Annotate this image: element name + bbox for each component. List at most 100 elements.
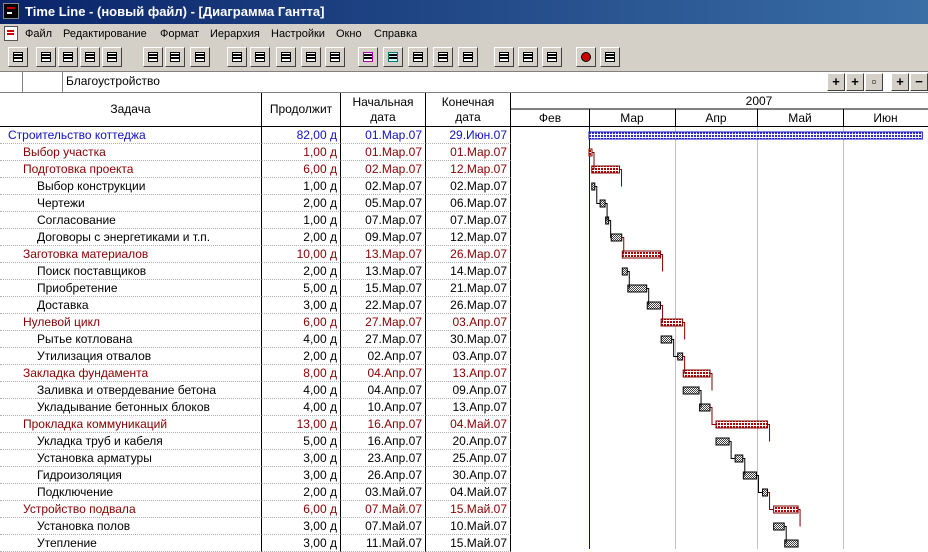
menu-hierarchy[interactable]: Иерархия	[210, 27, 260, 41]
task-end-cell[interactable]: 20.Апр.07	[426, 433, 511, 450]
task-end-cell[interactable]: 30.Мар.07	[426, 331, 511, 348]
document-icon[interactable]	[4, 26, 18, 41]
task-end-cell[interactable]: 10.Май.07	[426, 518, 511, 535]
menu-format[interactable]: Формат	[160, 27, 199, 41]
task-duration-cell[interactable]: 13,00 д	[262, 416, 341, 433]
task-name-cell[interactable]: Устройство подвала	[0, 501, 262, 518]
menu-window[interactable]: Окно	[336, 27, 362, 41]
task-name-cell[interactable]: Нулевой цикл	[0, 314, 262, 331]
task-name-cell[interactable]: Заливка и отвердевание бетона	[0, 382, 262, 399]
move-up-icon[interactable]	[325, 47, 345, 67]
table-row[interactable]: Договоры с энергетиками и т.п. 2,00 д 09.М…	[0, 229, 511, 246]
task-name-cell[interactable]: Приобретение	[0, 280, 262, 297]
project-icon[interactable]	[8, 47, 28, 67]
task-duration-cell[interactable]: 5,00 д	[262, 433, 341, 450]
chart-icon[interactable]	[494, 47, 514, 67]
table-row[interactable]: Выбор конструкции 1,00 д 02.Мар.07 02.Мар.0…	[0, 178, 511, 195]
copy-icon[interactable]	[80, 47, 100, 67]
task-name-cell[interactable]: Установка арматуры	[0, 450, 262, 467]
task-duration-cell[interactable]: 6,00 д	[262, 314, 341, 331]
task-end-cell[interactable]: 12.Мар.07	[426, 229, 511, 246]
table-row[interactable]: Гидроизоляция 3,00 д 26.Апр.07 30.Апр.07	[0, 467, 511, 484]
zoom-in-icon[interactable]: +	[891, 73, 909, 91]
expand-icon[interactable]: +	[827, 73, 845, 91]
clipboard-icon[interactable]	[190, 47, 210, 67]
table-row[interactable]: Подготовка проекта 6,00 д 02.Мар.07 12.Мар.…	[0, 161, 511, 178]
task-duration-cell[interactable]: 10,00 д	[262, 246, 341, 263]
task-end-cell[interactable]: 26.Мар.07	[426, 246, 511, 263]
task-name-cell[interactable]: Укладка труб и кабеля	[0, 433, 262, 450]
task-name-field[interactable]: Благоустройство	[66, 73, 160, 90]
task-start-cell[interactable]: 10.Апр.07	[341, 399, 426, 416]
table-row[interactable]: Доставка 3,00 д 22.Мар.07 26.Мар.07	[0, 297, 511, 314]
task-duration-cell[interactable]: 2,00 д	[262, 484, 341, 501]
task-start-cell[interactable]: 04.Апр.07	[341, 382, 426, 399]
task-duration-cell[interactable]: 8,00 д	[262, 365, 341, 382]
task-end-cell[interactable]: 07.Мар.07	[426, 212, 511, 229]
paste-icon[interactable]	[165, 47, 185, 67]
task-duration-cell[interactable]: 2,00 д	[262, 195, 341, 212]
resource-icon[interactable]	[143, 47, 163, 67]
task-start-cell[interactable]: 22.Мар.07	[341, 297, 426, 314]
task-name-cell[interactable]: Подготовка проекта	[0, 161, 262, 178]
task-duration-cell[interactable]: 6,00 д	[262, 161, 341, 178]
link-icon[interactable]	[408, 47, 428, 67]
task-start-cell[interactable]: 02.Апр.07	[341, 348, 426, 365]
task-end-cell[interactable]: 15.Май.07	[426, 535, 511, 552]
task-end-cell[interactable]: 29.Июн.07	[426, 127, 511, 144]
new-doc-icon[interactable]	[36, 47, 56, 67]
task-duration-cell[interactable]: 3,00 д	[262, 467, 341, 484]
help-pointer-icon[interactable]	[600, 47, 620, 67]
task-start-cell[interactable]: 07.Мар.07	[341, 212, 426, 229]
task-end-cell[interactable]: 14.Мар.07	[426, 263, 511, 280]
task-name-cell[interactable]: Гидроизоляция	[0, 467, 262, 484]
table-row[interactable]: Приобретение 5,00 д 15.Мар.07 21.Мар.07	[0, 280, 511, 297]
table-row[interactable]: Согласование 1,00 д 07.Мар.07 07.Мар.07	[0, 212, 511, 229]
column-header-start[interactable]: Начальная дата	[341, 93, 426, 127]
task-end-cell[interactable]: 13.Апр.07	[426, 399, 511, 416]
task-name-cell[interactable]: Утилизация отвалов	[0, 348, 262, 365]
task-name-cell[interactable]: Подключение	[0, 484, 262, 501]
task-start-cell[interactable]: 26.Апр.07	[341, 467, 426, 484]
task-name-cell[interactable]: Выбор конструкции	[0, 178, 262, 195]
task-duration-cell[interactable]: 3,00 д	[262, 450, 341, 467]
task-end-cell[interactable]: 13.Апр.07	[426, 365, 511, 382]
highlight-icon[interactable]	[383, 47, 403, 67]
print-icon[interactable]	[58, 47, 78, 67]
task-end-cell[interactable]: 01.Мар.07	[426, 144, 511, 161]
task-end-cell[interactable]: 03.Апр.07	[426, 348, 511, 365]
app-icon[interactable]	[3, 3, 19, 19]
task-duration-cell[interactable]: 2,00 д	[262, 229, 341, 246]
task-start-cell[interactable]: 27.Мар.07	[341, 314, 426, 331]
table-row[interactable]: Строительство коттеджа 82,00 д 01.Мар.07 29…	[0, 127, 511, 144]
menu-edit[interactable]: Редактирование	[63, 27, 147, 41]
column-header-duration[interactable]: Продолжит	[262, 93, 341, 127]
table-row[interactable]: Поиск поставщиков 2,00 д 13.Мар.07 14.Мар.0…	[0, 263, 511, 280]
edit-icon[interactable]	[433, 47, 453, 67]
gantt-chart[interactable]: 2007 Фев Мар Апр Май Июн	[511, 93, 928, 549]
task-start-cell[interactable]: 02.Мар.07	[341, 161, 426, 178]
calendar-icon[interactable]	[102, 47, 122, 67]
indent-icon[interactable]	[276, 47, 296, 67]
task-start-cell[interactable]: 13.Мар.07	[341, 263, 426, 280]
task-duration-cell[interactable]: 1,00 д	[262, 144, 341, 161]
table-row[interactable]: Утепление 3,00 д 11.Май.07 15.Май.07	[0, 535, 511, 552]
task-name-cell[interactable]: Договоры с энергетиками и т.п.	[0, 229, 262, 246]
task-name-cell[interactable]: Прокладка коммуникаций	[0, 416, 262, 433]
task-name-cell[interactable]: Утепление	[0, 535, 262, 552]
table-row[interactable]: Выбор участка 1,00 д 01.Мар.07 01.Мар.07	[0, 144, 511, 161]
window-split-icon[interactable]: ▫	[865, 73, 883, 91]
task-start-cell[interactable]: 07.Май.07	[341, 501, 426, 518]
task-name-cell[interactable]: Чертежи	[0, 195, 262, 212]
table-row[interactable]: Установка полов 3,00 д 07.Май.07 10.Май.07	[0, 518, 511, 535]
task-start-cell[interactable]: 05.Мар.07	[341, 195, 426, 212]
task-start-cell[interactable]: 16.Апр.07	[341, 416, 426, 433]
task-start-cell[interactable]: 03.Май.07	[341, 484, 426, 501]
window-icon[interactable]	[518, 47, 538, 67]
task-duration-cell[interactable]: 2,00 д	[262, 263, 341, 280]
zoom-out-icon[interactable]: −	[910, 73, 928, 91]
task-start-cell[interactable]: 15.Мар.07	[341, 280, 426, 297]
task-name-cell[interactable]: Рытье котлована	[0, 331, 262, 348]
task-duration-cell[interactable]: 3,00 д	[262, 297, 341, 314]
task-duration-cell[interactable]: 4,00 д	[262, 331, 341, 348]
